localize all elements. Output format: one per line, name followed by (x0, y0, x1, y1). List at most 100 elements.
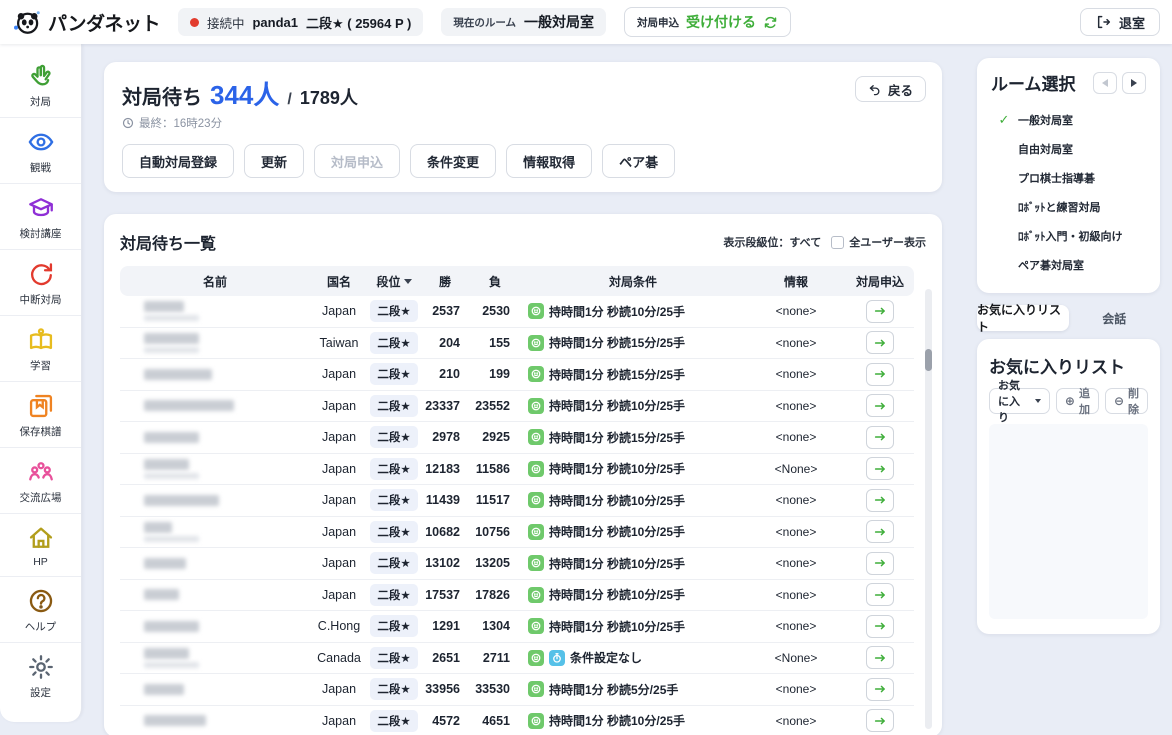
apply-game-button[interactable] (866, 646, 894, 669)
apply-game-button[interactable] (866, 583, 894, 606)
condition-text: 持時間1分 秒読10分/25手 (549, 492, 685, 509)
sidebar-item-label: 対局 (30, 94, 51, 109)
favorites-add-button[interactable]: ⊕ 追加 (1056, 388, 1099, 414)
apply-game-button[interactable] (866, 426, 894, 449)
pandanet-logo: パンダネット (12, 7, 160, 37)
apply-game-button[interactable] (866, 678, 894, 701)
toolbar-button-ペア碁[interactable]: ペア碁 (602, 144, 675, 178)
scrollbar-thumb[interactable] (925, 349, 932, 371)
undo-arrow-icon (868, 83, 881, 96)
sort-caret-icon (404, 279, 412, 284)
room-next-button[interactable] (1122, 72, 1146, 94)
apply-game-button[interactable] (866, 457, 894, 480)
apply-game-button[interactable] (866, 520, 894, 543)
apply-game-button[interactable] (866, 394, 894, 417)
table-row: Japan 二段★ 23337 23552 持時間1分 秒読10分/25手 <n… (120, 391, 914, 423)
apply-status-badge[interactable]: 対局申込 受け付ける (624, 7, 791, 37)
minus-circle-icon: ⊖ (1114, 394, 1124, 408)
room-item-ペア碁対局室[interactable]: ペア碁対局室 (991, 250, 1146, 279)
room-item-ﾛﾎﾞｯﾄと練習対局[interactable]: ﾛﾎﾞｯﾄと練習対局 (991, 192, 1146, 221)
room-item-プロ棋士指導碁[interactable]: プロ棋士指導碁 (991, 163, 1146, 192)
player-subtext-redacted (144, 347, 199, 353)
toolbar-button-情報取得[interactable]: 情報取得 (506, 144, 592, 178)
sidebar-item-観戦[interactable]: 観戦 (0, 117, 81, 183)
condition-clock-icon (528, 335, 544, 351)
apply-game-button[interactable] (866, 331, 894, 354)
all-users-checkbox[interactable]: 全ユーザー表示 (831, 234, 926, 250)
player-subtext-redacted (144, 662, 199, 668)
column-rank-sort[interactable]: 段位 (368, 273, 420, 290)
rank-filter-text: 表示段級位：すべて (723, 234, 821, 250)
player-name-redacted (144, 400, 234, 411)
room-item-自由対局室[interactable]: 自由対局室 (991, 134, 1146, 163)
table-scrollbar[interactable] (925, 289, 932, 729)
losses-cell: 4651 (470, 714, 520, 728)
apply-game-button[interactable] (866, 552, 894, 575)
info-cell: <none> (746, 682, 846, 696)
losses-cell: 17826 (470, 588, 520, 602)
apply-game-button[interactable] (866, 709, 894, 732)
sidebar-item-設定[interactable]: 設定 (0, 642, 81, 708)
table-header-row: 名前 国名 段位 勝 負 対局条件 情報 対局申込 (120, 266, 914, 296)
country-cell: Japan (310, 399, 368, 413)
country-cell: Japan (310, 682, 368, 696)
logo-text: パンダネット (48, 9, 160, 36)
rank-badge: 二段★ (370, 584, 417, 606)
rank-badge: 二段★ (370, 458, 417, 480)
sidebar-item-対局[interactable]: 対局 (0, 52, 81, 117)
sidebar-item-中断対局[interactable]: 中断対局 (0, 249, 81, 315)
favorites-delete-button[interactable]: ⊖ 削除 (1105, 388, 1148, 414)
rank-badge: 二段★ (370, 300, 417, 322)
apply-game-button[interactable] (866, 300, 894, 323)
apply-game-button[interactable] (866, 615, 894, 638)
gear-icon (26, 652, 56, 682)
apply-game-button[interactable] (866, 363, 894, 386)
sidebar-item-保存棋譜[interactable]: 保存棋譜 (0, 381, 81, 447)
back-button[interactable]: 戻る (855, 76, 926, 102)
sidebar-item-交流広場[interactable]: 交流広場 (0, 447, 81, 513)
player-name-redacted (144, 684, 184, 695)
toolbar-button-自動対局登録[interactable]: 自動対局登録 (122, 144, 234, 178)
info-cell: <None> (746, 651, 846, 665)
exit-room-button[interactable]: 退室 (1080, 8, 1160, 36)
country-cell: Japan (310, 525, 368, 539)
favorites-tab-会話[interactable]: 会話 (1069, 305, 1161, 331)
sidebar-item-検討講座[interactable]: 検討講座 (0, 183, 81, 249)
wins-cell: 2651 (420, 651, 470, 665)
hand-icon (26, 61, 56, 91)
exit-room-label: 退室 (1119, 13, 1145, 32)
apply-game-button[interactable] (866, 489, 894, 512)
favorites-dropdown[interactable]: お気に入り (989, 388, 1050, 414)
info-cell: <none> (746, 304, 846, 318)
country-cell: Japan (310, 367, 368, 381)
sidebar-item-HP[interactable]: HP (0, 513, 81, 576)
checkbox-icon[interactable] (831, 236, 844, 249)
wins-cell: 13102 (420, 556, 470, 570)
player-subtext-redacted (144, 315, 199, 321)
toolbar-button-条件変更[interactable]: 条件変更 (410, 144, 496, 178)
sidebar-item-ヘルプ[interactable]: ヘルプ (0, 576, 81, 642)
wins-cell: 2978 (420, 430, 470, 444)
sidebar-item-学習[interactable]: 学習 (0, 315, 81, 381)
favorites-empty-list (989, 424, 1148, 619)
condition-clock-icon (528, 650, 544, 666)
wins-cell: 2537 (420, 304, 470, 318)
waiting-list-card: 対局待ち一覧 表示段級位：すべて 全ユーザー表示 名前 国名 段位 勝 負 対局… (104, 214, 942, 735)
table-row: Canada 二段★ 2651 2711 条件設定なし <None> (120, 643, 914, 675)
country-cell: Japan (310, 430, 368, 444)
room-item-label: 自由対局室 (1018, 141, 1073, 157)
table-row: Japan 二段★ 12183 11586 持時間1分 秒読10分/25手 <N… (120, 454, 914, 486)
refresh-icon (763, 15, 778, 30)
room-item-一般対局室[interactable]: ✓ 一般対局室 (991, 105, 1146, 134)
condition-text: 持時間1分 秒読10分/25手 (549, 397, 685, 414)
room-item-ﾛﾎﾞｯﾄ入門・初級向け[interactable]: ﾛﾎﾞｯﾄ入門・初級向け (991, 221, 1146, 250)
losses-cell: 199 (470, 367, 520, 381)
favorites-tab-お気に入りリスト[interactable]: お気に入りリスト (977, 305, 1069, 331)
condition-clock-icon (528, 461, 544, 477)
toolbar-button-更新[interactable]: 更新 (244, 144, 304, 178)
info-cell: <none> (746, 556, 846, 570)
info-cell: <none> (746, 714, 846, 728)
table-row: Japan 二段★ 10682 10756 持時間1分 秒読10分/25手 <n… (120, 517, 914, 549)
sidebar-item-label: ヘルプ (25, 619, 57, 634)
room-prev-button[interactable] (1093, 72, 1117, 94)
